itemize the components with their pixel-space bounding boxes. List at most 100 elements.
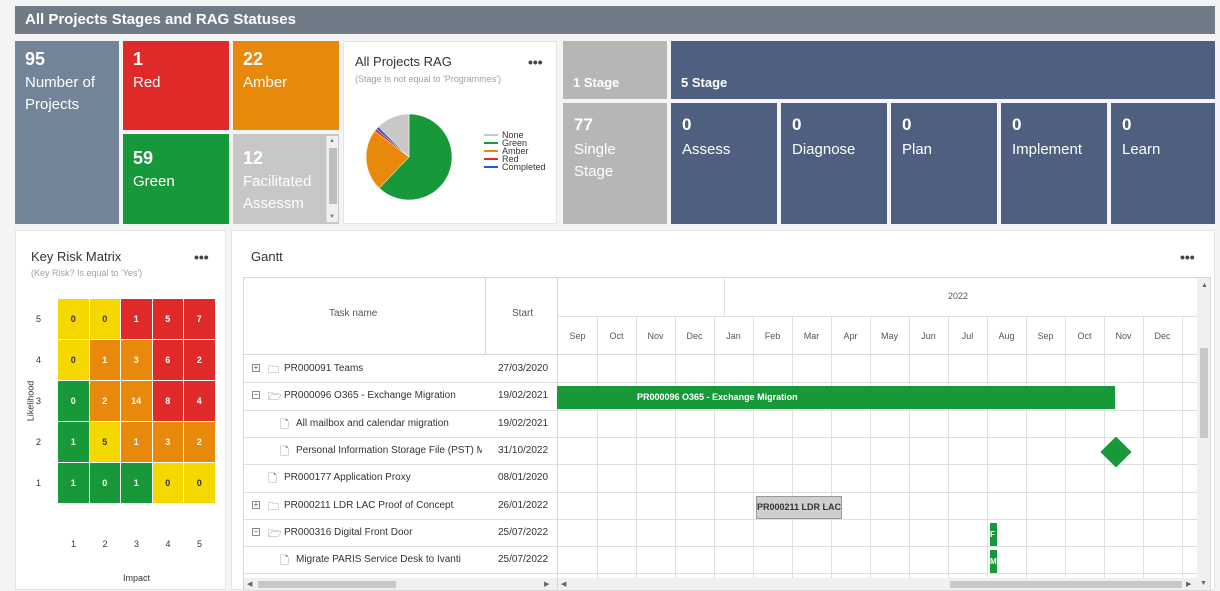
risk-cell[interactable]: 1 xyxy=(58,463,90,504)
legend-swatch xyxy=(484,142,498,144)
risk-cell[interactable]: 0 xyxy=(89,463,121,504)
risk-cell[interactable]: 6 xyxy=(152,340,184,381)
risk-cell[interactable]: 2 xyxy=(184,340,216,381)
rag-chart-menu-icon[interactable]: ••• xyxy=(528,54,543,70)
gantt-left-hscroll-thumb[interactable] xyxy=(258,581,396,588)
gantt-left-hscrollbar[interactable]: ◀ ▶ xyxy=(244,578,557,590)
risk-cell[interactable]: 1 xyxy=(121,463,153,504)
gantt-bar-paris[interactable]: M xyxy=(990,550,997,573)
tile-number-of-projects[interactable]: 95 Number of Projects xyxy=(15,41,119,224)
gantt-task-row[interactable]: 🗋 All mailbox and calendar migration 19/02… xyxy=(244,410,557,437)
gantt-month-gridline xyxy=(831,316,832,578)
risk-cell[interactable]: 5 xyxy=(89,422,121,463)
risk-cell[interactable]: 0 xyxy=(58,340,90,381)
scroll-thumb[interactable] xyxy=(329,148,337,204)
green-count: 59 xyxy=(133,148,154,168)
risk-cell[interactable]: 2 xyxy=(184,422,216,463)
gantt-month-label: Oct xyxy=(1077,331,1092,341)
scroll-up-icon[interactable]: ▲ xyxy=(329,138,335,144)
risk-matrix-menu-icon[interactable]: ••• xyxy=(194,249,209,265)
risk-matrix-panel: Key Risk Matrix (Key Risk? Is equal to '… xyxy=(15,230,226,590)
risk-cell[interactable]: 1 xyxy=(89,340,121,381)
facilitated-scrollbar[interactable]: ▲ ▼ xyxy=(326,136,338,222)
assess-label: Assess xyxy=(682,141,731,158)
risk-cell[interactable]: 8 xyxy=(152,381,184,422)
tile-amber[interactable]: 22 Amber xyxy=(233,41,339,130)
risk-row-label: 1 xyxy=(36,478,42,488)
file-icon: 🗋 xyxy=(268,473,277,486)
risk-cell[interactable]: 2 xyxy=(89,381,121,422)
expand-icon[interactable]: + xyxy=(252,364,260,372)
risk-cell[interactable]: 3 xyxy=(152,422,184,463)
stage-tile-learn[interactable]: 0 Learn xyxy=(1111,103,1215,224)
legend-swatch xyxy=(484,166,498,168)
gantt-col-task[interactable]: Task name xyxy=(329,308,377,319)
risk-cell[interactable]: 0 xyxy=(58,299,90,340)
risk-cell[interactable]: 1 xyxy=(58,422,90,463)
gantt-left-scroll-right-icon[interactable]: ▶ xyxy=(544,580,549,588)
expand-icon[interactable]: + xyxy=(252,500,260,509)
gantt-task-start: 25/07/2022 xyxy=(498,554,549,566)
single-stage-label-2: Stage xyxy=(574,163,614,180)
risk-cell[interactable]: 7 xyxy=(184,299,216,340)
risk-cell[interactable]: 0 xyxy=(89,299,121,340)
legend-item-completed[interactable]: Completed xyxy=(484,162,546,172)
gantt-month-gridline xyxy=(792,316,793,578)
gantt-month-gridline xyxy=(870,316,871,578)
stage-tile-implement[interactable]: 0 Implement xyxy=(1001,103,1107,224)
scroll-down-icon[interactable]: ▼ xyxy=(329,214,335,220)
stage-tile-diagnose[interactable]: 0 Diagnose xyxy=(781,103,887,224)
gantt-task-row[interactable]: + 🗀 PR000211 LDR LAC Proof of Concept 26/01… xyxy=(244,492,557,519)
gantt-scroll-up-icon[interactable]: ▲ xyxy=(1201,282,1208,289)
gantt-task-row[interactable]: − 🗁 PR000096 O365 - Exchange Migration 19/0… xyxy=(244,382,557,409)
gantt-task-row[interactable]: 🗋 Personal Information Storage File (PST)… xyxy=(244,437,557,464)
gantt-right-hscrollbar[interactable]: ◀ ▶ ▼ xyxy=(558,578,1210,590)
gantt-col-start[interactable]: Start xyxy=(512,308,533,319)
risk-cell[interactable]: 1 xyxy=(121,422,153,463)
tile-five-stage[interactable]: 5 Stage xyxy=(671,41,1215,99)
red-count: 1 xyxy=(133,49,144,69)
legend-swatch xyxy=(484,158,498,160)
risk-cell[interactable]: 0 xyxy=(152,463,184,504)
tile-one-stage[interactable]: 1 Stage xyxy=(563,41,667,99)
gantt-task-start: 27/03/2020 xyxy=(498,363,549,374)
gantt-month-gridline xyxy=(948,316,949,578)
risk-cell[interactable]: 5 xyxy=(152,299,184,340)
gantt-vscroll-thumb[interactable] xyxy=(1200,348,1208,438)
gantt-task-row[interactable]: + 🗀 PR000091 Teams 27/03/2020 xyxy=(244,355,557,382)
gantt-right-scroll-left-icon[interactable]: ◀ xyxy=(561,580,566,588)
tile-red[interactable]: 1 Red xyxy=(123,41,229,130)
risk-cell[interactable]: 14 xyxy=(121,381,153,422)
stage-tile-assess[interactable]: 0 Assess xyxy=(671,103,777,224)
gantt-bar-ldr-lac[interactable]: PR000211 LDR LAC xyxy=(756,496,842,519)
gantt-row-divider xyxy=(244,573,1197,575)
stage-tile-plan[interactable]: 0 Plan xyxy=(891,103,997,224)
gantt-month-gridline xyxy=(597,316,598,578)
gantt-right-scroll-right-icon[interactable]: ▶ xyxy=(1186,580,1191,588)
gantt-menu-icon[interactable]: ••• xyxy=(1180,249,1195,265)
gantt-vertical-scrollbar[interactable]: ▲ xyxy=(1197,278,1210,578)
gantt-scroll-down-icon[interactable]: ▼ xyxy=(1200,580,1207,587)
tile-single-stage[interactable]: 77 Single Stage xyxy=(563,103,667,224)
risk-cell[interactable]: 0 xyxy=(58,381,90,422)
risk-cell[interactable]: 4 xyxy=(184,381,216,422)
gantt-bar-dfd[interactable]: F xyxy=(990,523,997,546)
risk-cell[interactable]: 1 xyxy=(121,299,153,340)
collapse-icon[interactable]: − xyxy=(252,527,260,536)
facilitated-label-2: Assessm xyxy=(243,195,304,212)
gantt-task-row[interactable]: 🗋 Migrate PARIS Service Desk to Ivanti 25/… xyxy=(244,546,557,573)
tile-facilitated[interactable]: 12 Facilitated Assessm xyxy=(233,134,339,224)
collapse-icon[interactable]: − xyxy=(252,391,260,400)
risk-cell[interactable]: 0 xyxy=(184,463,216,504)
tile-green[interactable]: 59 Green xyxy=(123,134,229,224)
risk-col-label: 1 xyxy=(71,539,77,549)
gantt-right-hscroll-thumb[interactable] xyxy=(950,581,1182,588)
amber-count: 22 xyxy=(243,49,264,69)
gantt-left-scroll-left-icon[interactable]: ◀ xyxy=(247,580,252,588)
gantt-milestone-pst[interactable] xyxy=(1100,436,1132,468)
risk-cell[interactable]: 3 xyxy=(121,340,153,381)
learn-label: Learn xyxy=(1122,141,1161,158)
gantt-bar-exchange[interactable]: PR000096 O365 - Exchange Migration xyxy=(557,386,1115,409)
gantt-task-row[interactable]: 🗋 PR000177 Application Proxy 08/01/2020 xyxy=(244,464,557,491)
gantt-task-row[interactable]: − 🗁 PR000316 Digital Front Door 25/07/2022 xyxy=(244,519,557,546)
